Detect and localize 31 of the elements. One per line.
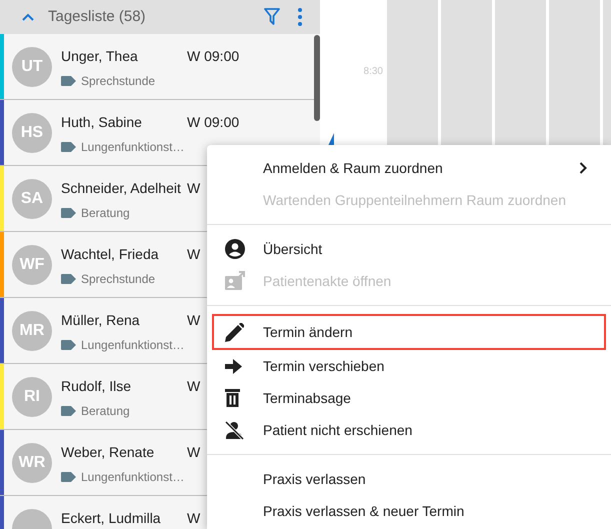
appointment-type: Lungenfunktionst…	[81, 139, 184, 156]
patient-name: Eckert, Ludmilla	[61, 509, 162, 528]
avatar: RI	[12, 377, 52, 417]
patient-name: Huth, Sabine	[61, 113, 143, 132]
patient-name: Müller, Rena	[61, 311, 141, 330]
avatar: MR	[12, 311, 52, 351]
patient-name: Schneider, Adelheit	[61, 179, 182, 198]
avatar: WF	[12, 245, 52, 285]
appointment-time: W	[187, 377, 200, 396]
appointment-type: Beratung	[81, 403, 130, 420]
appointment-type: Beratung	[81, 205, 130, 222]
patient-name: Wachtel, Frieda	[61, 245, 160, 264]
appointment-time: W 09:00	[187, 113, 240, 132]
avatar: WR	[12, 443, 52, 483]
appointment-time: W	[187, 245, 200, 264]
appointment-type: Sprechstunde	[81, 73, 156, 90]
appointment-type: Sprechstunde	[81, 271, 156, 288]
appointment-time: W	[187, 311, 200, 330]
avatar: HS	[12, 113, 52, 153]
avatar: SA	[12, 179, 52, 219]
appointment-time: W 09:00	[187, 47, 240, 66]
appointment-type: Lungenfunktionst…	[81, 337, 184, 354]
patient-name: Rudolf, Ilse	[61, 377, 132, 396]
appointment-time: W	[187, 509, 200, 528]
patient-name: Weber, Renate	[61, 443, 156, 462]
appointment-time: W	[187, 443, 200, 462]
avatar: UT	[12, 47, 52, 87]
appointment-time: W	[187, 179, 200, 198]
list-title: Tagesliste (58)	[48, 6, 146, 27]
appointment-type: Lungenfunktionst…	[81, 469, 184, 486]
patient-name: Unger, Thea	[61, 47, 139, 66]
